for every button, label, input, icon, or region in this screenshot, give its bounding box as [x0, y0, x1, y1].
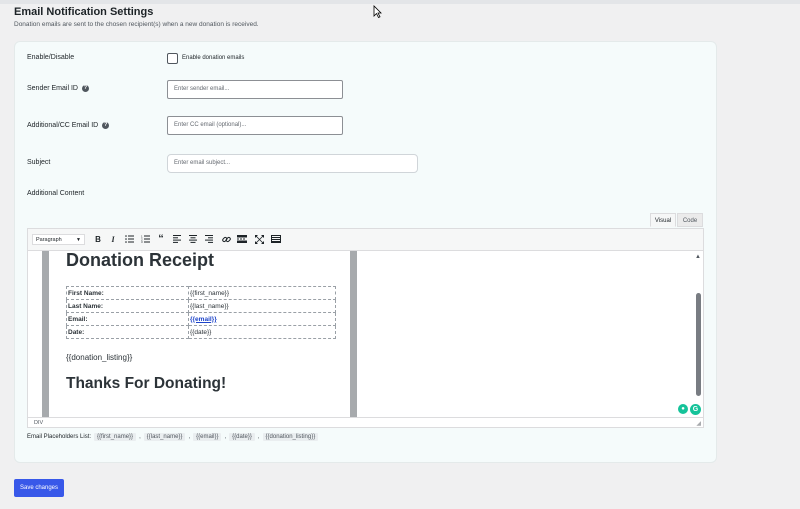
- settings-card: Enable/Disable Enable donation emails Se…: [14, 41, 717, 463]
- scrollbar-thumb[interactable]: [696, 293, 701, 396]
- align-left-icon[interactable]: [171, 233, 183, 245]
- placeholder-chip: {{date}}: [229, 433, 255, 441]
- table-cell-value: {{last_name}}: [188, 299, 336, 313]
- blockquote-icon[interactable]: “: [155, 233, 167, 245]
- toolbar-toggle-icon[interactable]: [270, 233, 282, 245]
- editor-content-area[interactable]: Donation Receipt First Name: {{first_nam…: [28, 251, 703, 417]
- receipt-table: First Name: {{first_name}} Last Name: {{…: [66, 286, 336, 339]
- table-row: Last Name: {{last_name}}: [66, 299, 336, 313]
- table-row: First Name: {{first_name}}: [66, 286, 336, 300]
- sender-email-label: Sender Email ID?: [27, 85, 89, 92]
- tab-visual[interactable]: Visual: [650, 213, 676, 227]
- table-cell-key: Last Name:: [66, 299, 189, 313]
- table-cell-value: {{email}}: [188, 312, 336, 326]
- page-title: Email Notification Settings: [14, 6, 154, 18]
- bullet-list-icon[interactable]: [123, 233, 135, 245]
- placeholder-chip: {{last_name}}: [143, 433, 186, 441]
- table-row: Date: {{date}}: [66, 325, 336, 339]
- donation-listing-text: {{donation_listing}}: [66, 353, 133, 362]
- placeholder-chip: {{email}}: [193, 433, 222, 441]
- editor-status-bar: DIV ◢: [28, 417, 703, 427]
- cc-email-label: Additional/CC Email ID?: [27, 122, 110, 129]
- placeholder-chip: {{first_name}}: [94, 433, 137, 441]
- tab-code[interactable]: Code: [677, 213, 703, 227]
- lightbulb-icon[interactable]: ●: [678, 404, 688, 414]
- read-more-icon[interactable]: [236, 233, 248, 245]
- table-cell-key: First Name:: [66, 286, 189, 300]
- content-border-left: [42, 251, 49, 417]
- placeholders-list: Email Placeholders List: {{first_name}},…: [27, 433, 319, 441]
- enable-donation-emails-label[interactable]: Enable donation emails: [182, 55, 244, 61]
- save-changes-button[interactable]: Save changes: [14, 479, 64, 497]
- placeholders-label: Email Placeholders List:: [27, 434, 92, 440]
- enable-disable-label: Enable/Disable: [27, 54, 75, 61]
- bold-icon[interactable]: B: [92, 233, 104, 245]
- italic-icon[interactable]: I: [107, 233, 119, 245]
- editor-toolbar: Paragraph ▼ B I 123 “: [28, 229, 703, 251]
- top-bar: [0, 0, 800, 4]
- help-icon[interactable]: ?: [102, 122, 110, 129]
- placeholder-chip: {{donation_listing}}: [262, 433, 319, 441]
- chevron-down-icon: ▼: [76, 237, 81, 243]
- link-icon[interactable]: [220, 233, 232, 245]
- sender-email-input[interactable]: Enter sender email...: [167, 80, 343, 99]
- table-cell-key: Date:: [66, 325, 189, 339]
- grammarly-icon[interactable]: G: [690, 404, 701, 415]
- thanks-heading: Thanks For Donating!: [66, 375, 227, 392]
- subject-label: Subject: [27, 159, 51, 166]
- receipt-heading: Donation Receipt: [66, 251, 215, 270]
- table-row: Email: {{email}}: [66, 312, 336, 326]
- page-description: Donation emails are sent to the chosen r…: [14, 21, 259, 28]
- additional-content-label: Additional Content: [27, 190, 85, 197]
- svg-text:3: 3: [141, 240, 143, 243]
- content-editor: Paragraph ▼ B I 123 “ Donation Receipt F…: [27, 228, 704, 428]
- email-link[interactable]: {{email}}: [190, 316, 217, 323]
- help-icon[interactable]: ?: [81, 85, 89, 92]
- align-center-icon[interactable]: [187, 233, 199, 245]
- enable-donation-emails-checkbox[interactable]: [167, 53, 178, 64]
- numbered-list-icon[interactable]: 123: [139, 233, 151, 245]
- element-path[interactable]: DIV: [34, 420, 43, 426]
- align-right-icon[interactable]: [203, 233, 215, 245]
- fullscreen-icon[interactable]: [253, 233, 265, 245]
- table-cell-value: {{first_name}}: [188, 286, 336, 300]
- subject-input[interactable]: Enter email subject...: [167, 154, 418, 173]
- resize-handle-icon[interactable]: ◢: [696, 419, 701, 429]
- table-cell-value: {{date}}: [188, 325, 336, 339]
- cc-email-input[interactable]: Enter CC email (optional)...: [167, 116, 343, 135]
- content-border-right: [350, 251, 357, 417]
- mouse-cursor-icon: [373, 5, 382, 18]
- scroll-up-arrow-icon[interactable]: ▲: [695, 254, 701, 260]
- table-cell-key: Email:: [66, 312, 189, 326]
- format-select[interactable]: Paragraph ▼: [32, 234, 85, 245]
